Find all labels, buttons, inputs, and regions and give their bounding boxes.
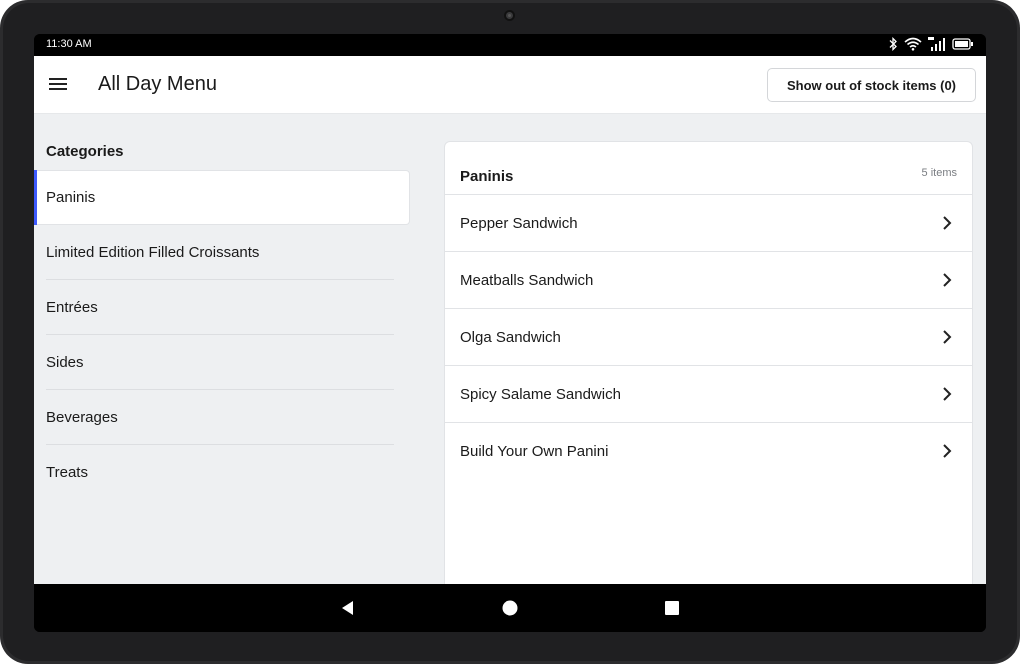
category-item-beverages[interactable]: Beverages	[34, 390, 410, 445]
chevron-right-icon	[943, 330, 952, 344]
back-icon[interactable]	[338, 598, 358, 618]
recents-icon[interactable]	[662, 598, 682, 618]
page-title: All Day Menu	[98, 73, 217, 95]
chevron-right-icon	[943, 216, 952, 230]
status-time: 11:30 AM	[46, 38, 92, 50]
chevron-right-icon	[943, 387, 952, 401]
category-item-limited-edition-filled-croissants[interactable]: Limited Edition Filled Croissants	[34, 225, 410, 280]
system-nav-bar	[34, 584, 986, 632]
menu-item-row[interactable]: Meatballs Sandwich	[445, 252, 972, 309]
bluetooth-icon	[889, 37, 897, 51]
menu-item-label: Olga Sandwich	[460, 329, 561, 346]
camera-icon	[504, 10, 515, 21]
home-icon[interactable]	[500, 598, 520, 618]
menu-item-label: Pepper Sandwich	[460, 215, 578, 232]
category-item-paninis[interactable]: Paninis	[34, 170, 410, 225]
status-icons	[888, 37, 974, 51]
wifi-icon	[904, 37, 922, 51]
menu-item-row[interactable]: Build Your Own Panini	[445, 423, 972, 480]
panel-title: Paninis	[460, 168, 514, 185]
menu-item-row[interactable]: Spicy Salame Sandwich	[445, 366, 972, 423]
menu-item-label: Meatballs Sandwich	[460, 272, 594, 289]
menu-item-label: Build Your Own Panini	[460, 443, 609, 460]
cell-signal-icon	[928, 37, 945, 51]
category-list: Paninis Limited Edition Filled Croissant…	[34, 170, 410, 500]
category-item-sides[interactable]: Sides	[34, 335, 410, 390]
hamburger-menu-icon[interactable]	[48, 76, 68, 92]
battery-icon	[952, 38, 973, 50]
chevron-right-icon	[943, 273, 952, 287]
screen: 11:30 AM All Day Menu Show out of stock …	[34, 34, 986, 632]
chevron-right-icon	[943, 444, 952, 458]
category-label: Limited Edition Filled Croissants	[46, 244, 260, 261]
category-item-entrees[interactable]: Entrées	[34, 280, 410, 335]
app-bar: All Day Menu Show out of stock items (0)	[34, 56, 986, 114]
menu-item-row[interactable]: Olga Sandwich	[445, 309, 972, 366]
category-label: Sides	[46, 354, 84, 371]
category-label: Beverages	[46, 409, 118, 426]
main-content: Categories Paninis Limited Edition Fille…	[34, 114, 986, 586]
categories-heading: Categories	[46, 143, 124, 160]
menu-item-label: Spicy Salame Sandwich	[460, 386, 621, 403]
status-bar: 11:30 AM	[34, 34, 986, 56]
category-label: Paninis	[46, 189, 96, 206]
menu-items-panel: Paninis 5 items Pepper Sandwich Meatball…	[444, 141, 973, 586]
category-label: Treats	[46, 464, 88, 481]
show-out-of-stock-button[interactable]: Show out of stock items (0)	[767, 68, 976, 102]
category-item-treats[interactable]: Treats	[34, 445, 410, 500]
category-label: Entrées	[46, 299, 98, 316]
tablet-frame: 11:30 AM All Day Menu Show out of stock …	[0, 0, 1020, 664]
panel-header: Paninis 5 items	[445, 142, 972, 195]
item-count: 5 items	[921, 167, 957, 179]
menu-item-row[interactable]: Pepper Sandwich	[445, 195, 972, 252]
